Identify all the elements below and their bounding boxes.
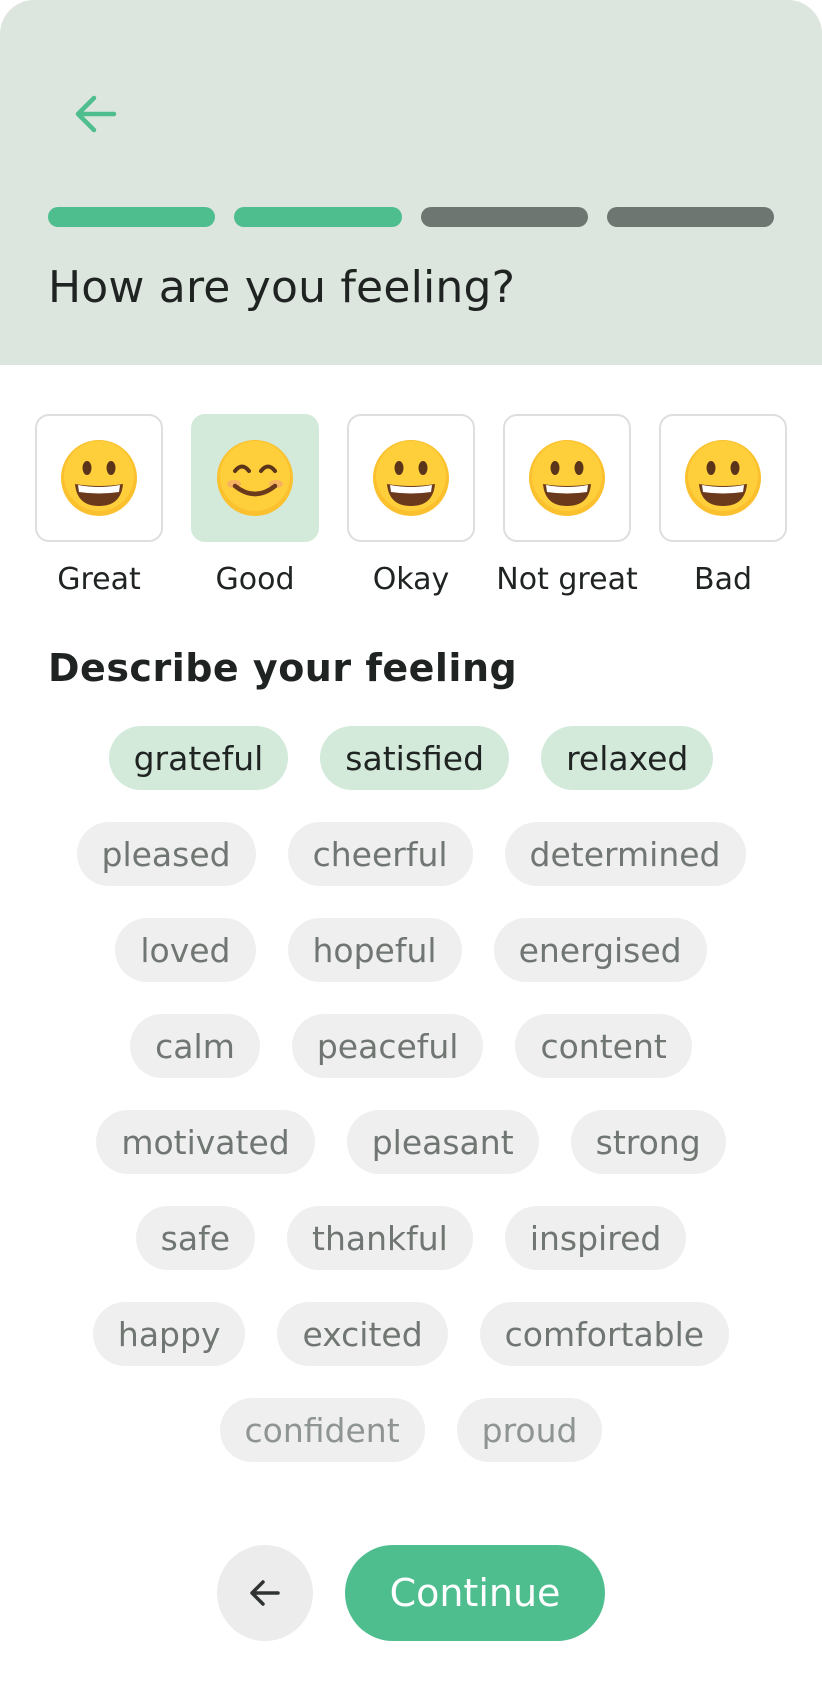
mood-label: Okay [372,562,450,597]
mood-label: Good [215,562,295,597]
progress-segment [234,207,402,227]
mood-box[interactable] [35,414,163,542]
feeling-tags: grateful satisfied relaxed pleased cheerful d… [60,726,762,1462]
feeling-tag-hopeful[interactable]: hopeful [287,918,462,982]
mood-label: Not great [496,562,638,597]
back-button[interactable] [66,84,126,144]
feeling-tag-pleased[interactable]: pleased [76,822,256,886]
mood-box[interactable] [191,414,319,542]
feeling-tag-satisfied[interactable]: satisfied [320,726,510,790]
feeling-tag-loved[interactable]: loved [115,918,256,982]
feeling-tag-comfortable[interactable]: comfortable [479,1302,730,1366]
mood-label: Bad [693,562,752,597]
grinning-face-icon [685,440,761,516]
mood-check-screen: How are you feeling? Great Good Okay Not gr… [0,0,822,1690]
mood-box[interactable] [659,414,787,542]
arrow-left-icon [75,95,117,133]
feeling-tag-content[interactable]: content [515,1014,692,1078]
progress-segment [48,207,216,227]
feeling-tag-pleasant[interactable]: pleasant [346,1110,539,1174]
progress-segment [420,207,588,227]
feeling-tag-confident[interactable]: confident [219,1398,425,1462]
mood-option-not-great[interactable]: Not great [496,414,638,597]
feeling-tag-grateful[interactable]: grateful [108,726,289,790]
arrow-left-icon [250,1580,280,1606]
feeling-tag-strong[interactable]: strong [570,1110,726,1174]
mood-option-great[interactable]: Great [35,414,163,597]
mood-selector: Great Good Okay Not great Bad [35,414,787,597]
feeling-tag-excited[interactable]: excited [277,1302,448,1366]
feeling-tag-relaxed[interactable]: relaxed [541,726,714,790]
feeling-tag-happy[interactable]: happy [92,1302,246,1366]
mood-label: Great [57,562,141,597]
mood-box[interactable] [347,414,475,542]
feeling-tag-proud[interactable]: proud [456,1398,603,1462]
grinning-face-icon [529,440,605,516]
mood-option-good[interactable]: Good [191,414,319,597]
feeling-tag-inspired[interactable]: inspired [504,1206,687,1270]
grinning-face-icon [373,440,449,516]
header: How are you feeling? [0,0,822,365]
describe-title: Describe your feeling [48,646,518,690]
mood-option-bad[interactable]: Bad [659,414,787,597]
smiling-face-icon [217,440,293,516]
feeling-tag-determined[interactable]: determined [504,822,746,886]
feeling-tag-cheerful[interactable]: cheerful [287,822,473,886]
grinning-face-icon [61,440,137,516]
progress-bar [48,207,774,227]
progress-segment [606,207,774,227]
continue-button[interactable]: Continue [345,1545,605,1641]
mood-option-okay[interactable]: Okay [347,414,475,597]
feeling-tag-calm[interactable]: calm [130,1014,260,1078]
feeling-tag-peaceful[interactable]: peaceful [291,1014,484,1078]
feeling-tag-energised[interactable]: energised [493,918,707,982]
page-title: How are you feeling? [48,262,516,313]
mood-box[interactable] [503,414,631,542]
feeling-tag-motivated[interactable]: motivated [96,1110,315,1174]
footer: Continue [0,1545,822,1641]
feeling-tag-safe[interactable]: safe [135,1206,256,1270]
feeling-tag-thankful[interactable]: thankful [287,1206,473,1270]
footer-back-button[interactable] [217,1545,313,1641]
